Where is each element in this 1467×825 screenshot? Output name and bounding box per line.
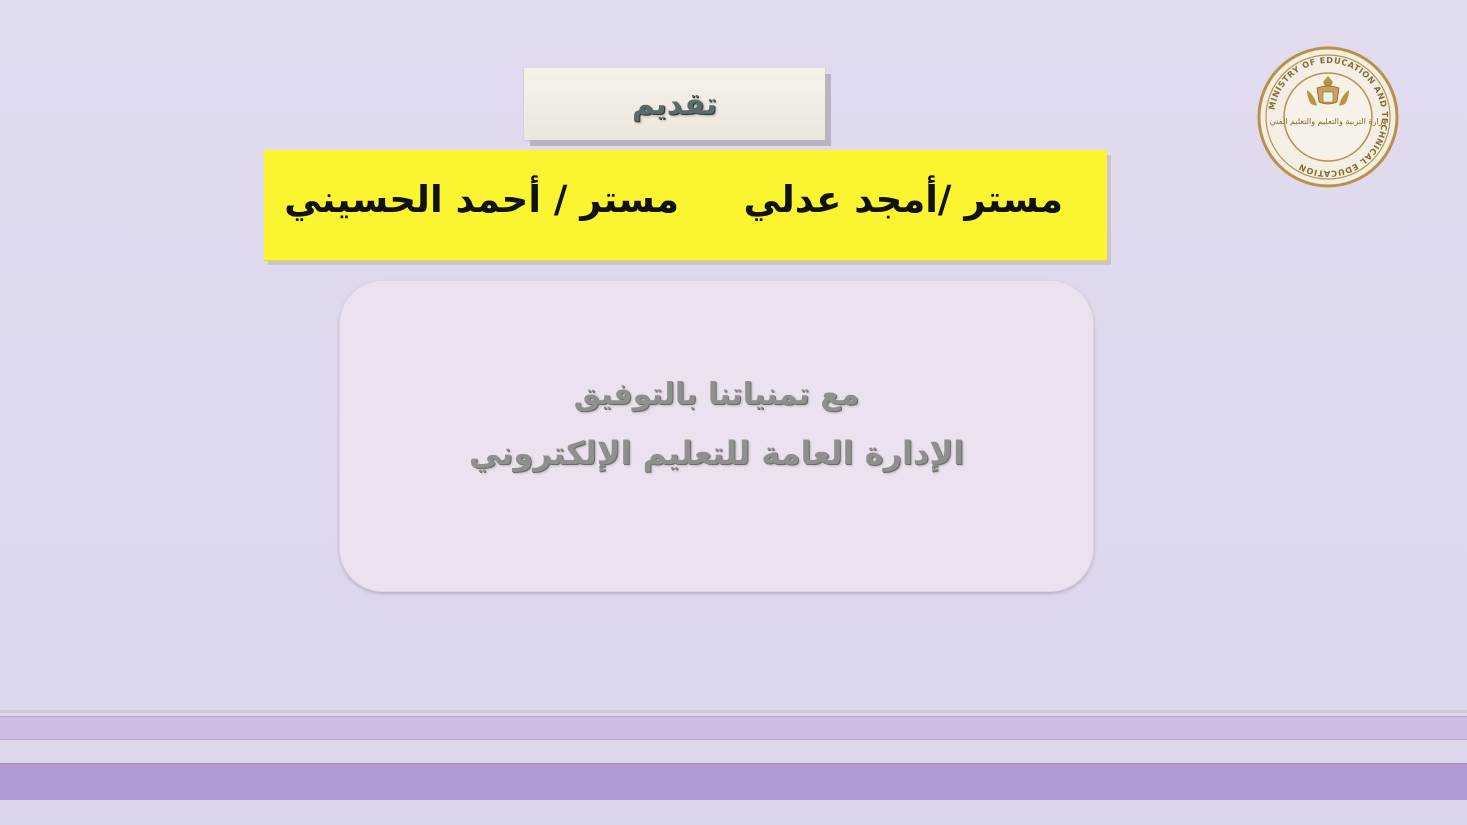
footer-stripe-dark — [0, 763, 1467, 800]
footer-stripe-light — [0, 716, 1467, 740]
slide: تقديم مستر /أمجد عدلي مستر / أحمد الحسين… — [0, 0, 1467, 825]
footer-thin-line — [0, 710, 1467, 713]
presenter-name-1: مستر /أمجد عدلي — [743, 178, 1063, 221]
presenters-banner: مستر /أمجد عدلي مستر / أحمد الحسيني — [264, 150, 1107, 260]
logo-arabic-text: وزارة التربية والتعليم والتعليم الفني — [1270, 117, 1387, 126]
department-text: الإدارة العامة للتعليم الإلكتروني — [468, 434, 965, 472]
presenter-name-2: مستر / أحمد الحسيني — [284, 178, 679, 221]
wish-text: مع تمنياتنا بالتوفيق — [573, 377, 860, 412]
message-card: مع تمنياتنا بالتوفيق الإدارة العامة للتع… — [339, 280, 1094, 592]
presenter-label: تقديم — [632, 86, 717, 122]
presenter-label-box: تقديم — [524, 68, 825, 140]
ministry-logo: MINISTRY OF EDUCATION AND TECHNICAL EDUC… — [1257, 46, 1399, 188]
